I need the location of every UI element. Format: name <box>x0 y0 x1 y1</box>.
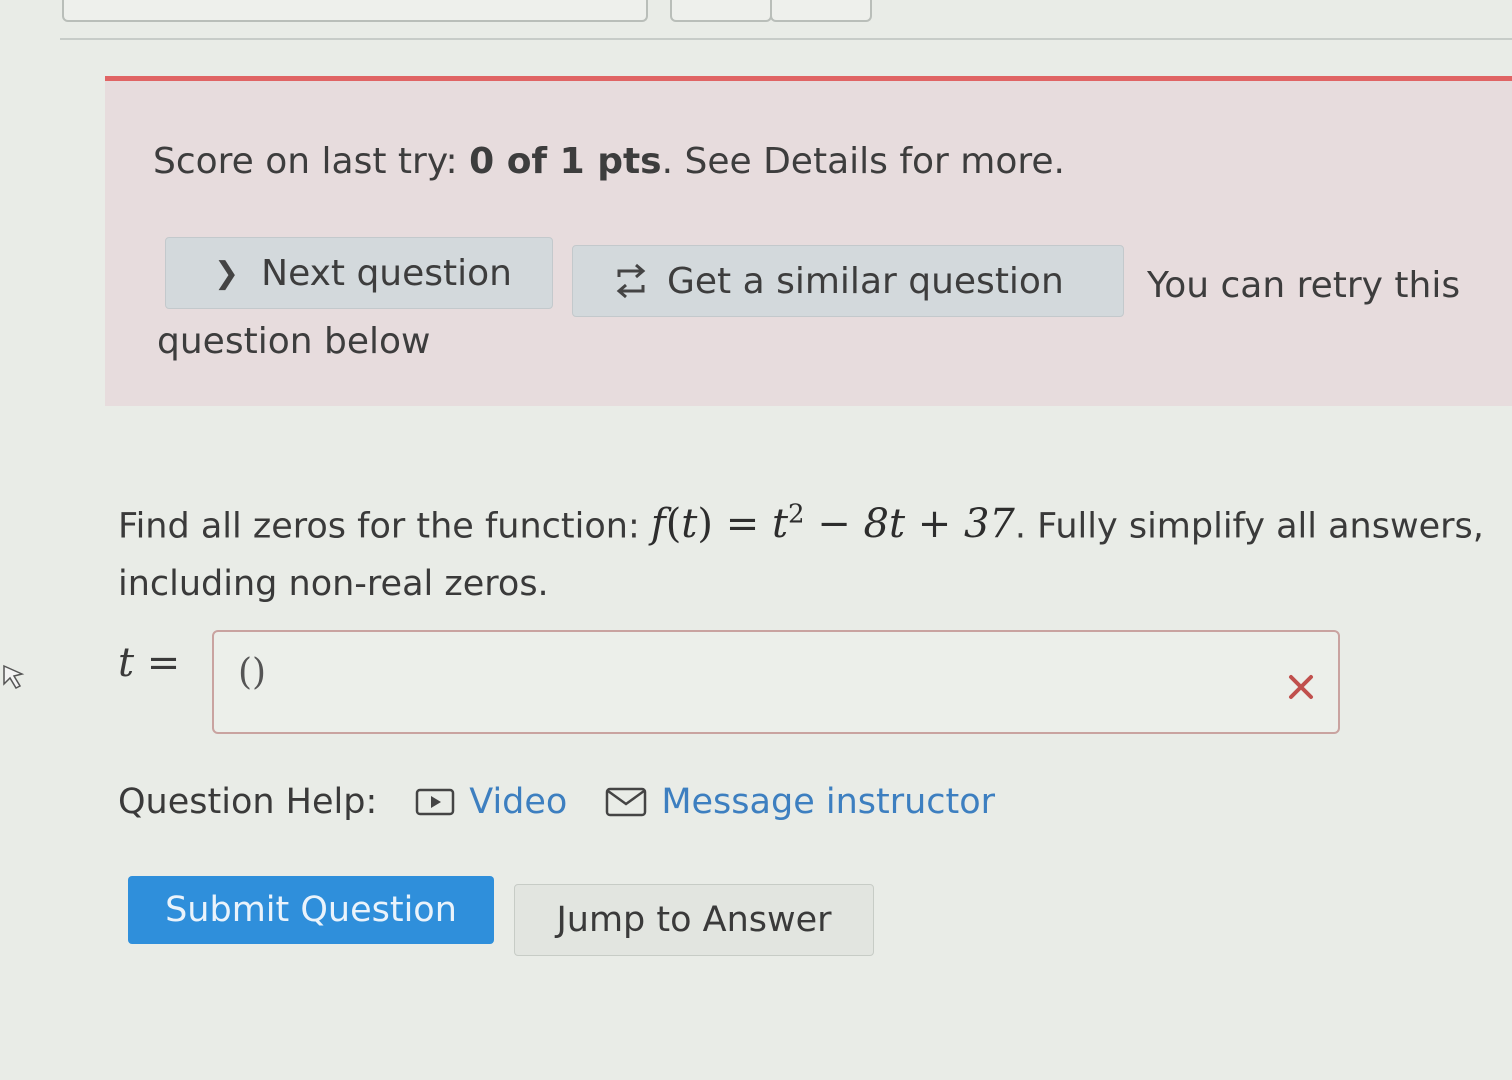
question-text: Find all zeros for the function: f(t) = … <box>118 486 1488 613</box>
play-icon <box>416 788 455 816</box>
close-icon <box>1289 675 1313 699</box>
function-tail: − 8t + 37 <box>817 501 1015 548</box>
function-expression: f(t) = t2 − 8t + 37 <box>650 500 1015 548</box>
next-question-button[interactable]: ❯ Next question <box>165 237 553 309</box>
jump-to-answer-button[interactable]: Jump to Answer <box>514 884 874 956</box>
score-alert-panel: Score on last try: 0 of 1 pts. See Detai… <box>105 76 1512 406</box>
question-help-row: Question Help: Video Message instructor <box>118 782 995 822</box>
retry-message-continued: question below <box>157 321 431 362</box>
score-suffix: . See Details for more. <box>661 141 1065 182</box>
mouse-cursor-icon <box>3 664 25 689</box>
message-instructor-link[interactable]: Message instructor <box>605 782 995 822</box>
envelope-icon <box>606 787 647 817</box>
answer-value: () <box>238 652 267 693</box>
message-instructor-label: Message instructor <box>661 782 996 822</box>
function-name: f <box>650 501 666 548</box>
video-link[interactable]: Video <box>415 782 567 822</box>
score-prefix: Score on last try: <box>153 141 470 182</box>
function-variable: t <box>681 501 698 548</box>
submit-question-button[interactable]: Submit Question <box>128 876 494 944</box>
function-base: t <box>771 501 789 548</box>
answer-variable: t <box>118 640 135 686</box>
next-question-label: Next question <box>261 252 512 294</box>
answer-equals: = <box>146 640 181 686</box>
similar-question-button[interactable]: Get a similar question <box>572 245 1124 317</box>
similar-question-label: Get a similar question <box>667 260 1064 302</box>
swap-arrows-icon <box>616 263 646 299</box>
score-message: Score on last try: 0 of 1 pts. See Detai… <box>153 141 1065 182</box>
answer-label: t = <box>118 640 180 686</box>
chevron-right-icon: ❯ <box>214 255 240 291</box>
top-button-box[interactable] <box>670 0 772 22</box>
question-help-label: Question Help: <box>118 782 378 822</box>
retry-message: You can retry this <box>1147 265 1461 306</box>
top-field-box[interactable] <box>62 0 648 22</box>
top-button-box[interactable] <box>770 0 872 22</box>
question-prompt: Find all zeros for the function: <box>118 506 651 547</box>
top-toolbar-strip <box>0 0 1512 40</box>
score-value: 0 of 1 pts <box>469 141 662 182</box>
divider <box>60 38 1512 40</box>
video-label: Video <box>469 782 568 822</box>
answer-input[interactable]: () <box>212 630 1340 734</box>
